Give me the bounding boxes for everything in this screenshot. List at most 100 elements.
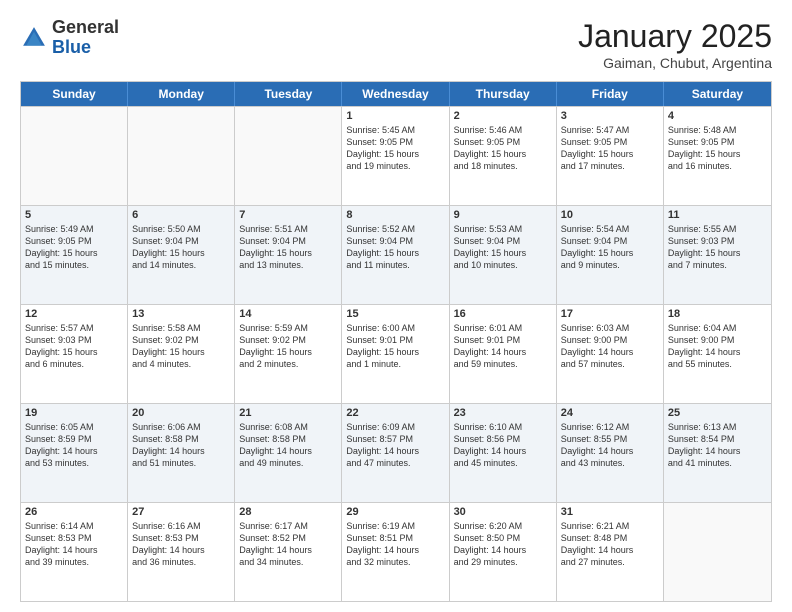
day-number: 11 (668, 209, 767, 221)
cal-cell-0-0 (21, 107, 128, 205)
cal-cell-4-0: 26 Sunrise: 6:14 AM Sunset: 8:53 PM Dayli… (21, 503, 128, 601)
logo: General Blue (20, 18, 119, 58)
cell-info: Sunrise: 6:21 AM Sunset: 8:48 PM Dayligh… (561, 520, 659, 569)
day-number: 20 (132, 407, 230, 419)
cell-info: Sunrise: 6:09 AM Sunset: 8:57 PM Dayligh… (346, 421, 444, 470)
cell-info: Sunrise: 6:08 AM Sunset: 8:58 PM Dayligh… (239, 421, 337, 470)
day-number: 16 (454, 308, 552, 320)
day-number: 4 (668, 110, 767, 122)
calendar: SundayMondayTuesdayWednesdayThursdayFrid… (20, 81, 772, 602)
cal-cell-4-1: 27Sunrise: 6:16 AM Sunset: 8:53 PM Dayli… (128, 503, 235, 601)
cal-cell-4-6 (664, 503, 771, 601)
day-number: 22 (346, 407, 444, 419)
cal-cell-4-4: 30Sunrise: 6:20 AM Sunset: 8:50 PM Dayli… (450, 503, 557, 601)
cal-cell-1-0: 5 Sunrise: 5:49 AM Sunset: 9:05 PM Daylig… (21, 206, 128, 304)
cal-cell-1-5: 10 Sunrise: 5:54 AM Sunset: 9:04 PM Dayli… (557, 206, 664, 304)
month-title: January 2025 (578, 18, 772, 55)
cal-cell-2-0: 12 Sunrise: 5:57 AM Sunset: 9:03 PM Dayli… (21, 305, 128, 403)
header-day-friday: Friday (557, 82, 664, 106)
day-number: 3 (561, 110, 659, 122)
cell-info: Sunrise: 5:57 AM Sunset: 9:03 PM Dayligh… (25, 322, 123, 371)
cal-cell-2-5: 17 Sunrise: 6:03 AM Sunset: 9:00 PM Dayli… (557, 305, 664, 403)
cell-info: Sunrise: 6:04 AM Sunset: 9:00 PM Dayligh… (668, 322, 767, 371)
cell-info: Sunrise: 6:16 AM Sunset: 8:53 PM Dayligh… (132, 520, 230, 569)
cell-info: Sunrise: 6:05 AM Sunset: 8:59 PM Dayligh… (25, 421, 123, 470)
header-day-saturday: Saturday (664, 82, 771, 106)
cell-info: Sunrise: 6:06 AM Sunset: 8:58 PM Dayligh… (132, 421, 230, 470)
cell-info: Sunrise: 6:19 AM Sunset: 8:51 PM Dayligh… (346, 520, 444, 569)
cell-info: Sunrise: 6:14 AM Sunset: 8:53 PM Dayligh… (25, 520, 123, 569)
day-number: 14 (239, 308, 337, 320)
cal-cell-3-2: 21 Sunrise: 6:08 AM Sunset: 8:58 PM Dayli… (235, 404, 342, 502)
day-number: 21 (239, 407, 337, 419)
cell-info: Sunrise: 5:55 AM Sunset: 9:03 PM Dayligh… (668, 223, 767, 272)
calendar-row-3: 19Sunrise: 6:05 AM Sunset: 8:59 PM Dayli… (21, 403, 771, 502)
logo-icon (20, 24, 48, 52)
day-number: 23 (454, 407, 552, 419)
day-number: 12 (25, 308, 123, 320)
calendar-row-0: 1Sunrise: 5:45 AM Sunset: 9:05 PM Daylig… (21, 106, 771, 205)
cell-info: Sunrise: 5:48 AM Sunset: 9:05 PM Dayligh… (668, 124, 767, 173)
cal-cell-0-6: 4 Sunrise: 5:48 AM Sunset: 9:05 PM Daylig… (664, 107, 771, 205)
header-day-monday: Monday (128, 82, 235, 106)
header: General Blue January 2025 Gaiman, Chubut… (20, 18, 772, 71)
cell-info: Sunrise: 5:58 AM Sunset: 9:02 PM Dayligh… (132, 322, 230, 371)
cal-cell-0-2 (235, 107, 342, 205)
title-block: January 2025 Gaiman, Chubut, Argentina (578, 18, 772, 71)
day-number: 31 (561, 506, 659, 518)
cal-cell-4-2: 28Sunrise: 6:17 AM Sunset: 8:52 PM Dayli… (235, 503, 342, 601)
day-number: 8 (346, 209, 444, 221)
cal-cell-1-2: 7 Sunrise: 5:51 AM Sunset: 9:04 PM Daylig… (235, 206, 342, 304)
cell-info: Sunrise: 5:45 AM Sunset: 9:05 PM Dayligh… (346, 124, 444, 173)
header-day-sunday: Sunday (21, 82, 128, 106)
cal-cell-4-3: 29 Sunrise: 6:19 AM Sunset: 8:51 PM Dayli… (342, 503, 449, 601)
day-number: 29 (346, 506, 444, 518)
day-number: 5 (25, 209, 123, 221)
cell-info: Sunrise: 6:12 AM Sunset: 8:55 PM Dayligh… (561, 421, 659, 470)
header-day-wednesday: Wednesday (342, 82, 449, 106)
day-number: 6 (132, 209, 230, 221)
day-number: 26 (25, 506, 123, 518)
cell-info: Sunrise: 5:49 AM Sunset: 9:05 PM Dayligh… (25, 223, 123, 272)
cal-cell-3-5: 24 Sunrise: 6:12 AM Sunset: 8:55 PM Dayli… (557, 404, 664, 502)
day-number: 2 (454, 110, 552, 122)
cal-cell-1-3: 8Sunrise: 5:52 AM Sunset: 9:04 PM Daylig… (342, 206, 449, 304)
cal-cell-3-1: 20 Sunrise: 6:06 AM Sunset: 8:58 PM Dayli… (128, 404, 235, 502)
cell-info: Sunrise: 5:59 AM Sunset: 9:02 PM Dayligh… (239, 322, 337, 371)
cal-cell-0-5: 3 Sunrise: 5:47 AM Sunset: 9:05 PM Daylig… (557, 107, 664, 205)
cell-info: Sunrise: 5:46 AM Sunset: 9:05 PM Dayligh… (454, 124, 552, 173)
cell-info: Sunrise: 5:47 AM Sunset: 9:05 PM Dayligh… (561, 124, 659, 173)
cal-cell-1-1: 6Sunrise: 5:50 AM Sunset: 9:04 PM Daylig… (128, 206, 235, 304)
subtitle: Gaiman, Chubut, Argentina (578, 55, 772, 71)
cell-info: Sunrise: 6:03 AM Sunset: 9:00 PM Dayligh… (561, 322, 659, 371)
day-number: 15 (346, 308, 444, 320)
cell-info: Sunrise: 6:17 AM Sunset: 8:52 PM Dayligh… (239, 520, 337, 569)
cal-cell-0-4: 2 Sunrise: 5:46 AM Sunset: 9:05 PM Daylig… (450, 107, 557, 205)
cal-cell-2-6: 18 Sunrise: 6:04 AM Sunset: 9:00 PM Dayli… (664, 305, 771, 403)
day-number: 25 (668, 407, 767, 419)
calendar-header: SundayMondayTuesdayWednesdayThursdayFrid… (21, 82, 771, 106)
cell-info: Sunrise: 5:53 AM Sunset: 9:04 PM Dayligh… (454, 223, 552, 272)
day-number: 17 (561, 308, 659, 320)
cal-cell-3-0: 19Sunrise: 6:05 AM Sunset: 8:59 PM Dayli… (21, 404, 128, 502)
calendar-row-1: 5 Sunrise: 5:49 AM Sunset: 9:05 PM Daylig… (21, 205, 771, 304)
header-day-tuesday: Tuesday (235, 82, 342, 106)
day-number: 7 (239, 209, 337, 221)
day-number: 18 (668, 308, 767, 320)
cell-info: Sunrise: 5:54 AM Sunset: 9:04 PM Dayligh… (561, 223, 659, 272)
cell-info: Sunrise: 5:51 AM Sunset: 9:04 PM Dayligh… (239, 223, 337, 272)
cal-cell-0-1 (128, 107, 235, 205)
cell-info: Sunrise: 6:01 AM Sunset: 9:01 PM Dayligh… (454, 322, 552, 371)
cal-cell-0-3: 1Sunrise: 5:45 AM Sunset: 9:05 PM Daylig… (342, 107, 449, 205)
page: General Blue January 2025 Gaiman, Chubut… (0, 0, 792, 612)
cal-cell-4-5: 31 Sunrise: 6:21 AM Sunset: 8:48 PM Dayli… (557, 503, 664, 601)
cell-info: Sunrise: 6:20 AM Sunset: 8:50 PM Dayligh… (454, 520, 552, 569)
cal-cell-1-6: 11 Sunrise: 5:55 AM Sunset: 9:03 PM Dayli… (664, 206, 771, 304)
logo-general: General (52, 17, 119, 37)
cal-cell-3-4: 23 Sunrise: 6:10 AM Sunset: 8:56 PM Dayli… (450, 404, 557, 502)
day-number: 24 (561, 407, 659, 419)
cell-info: Sunrise: 6:10 AM Sunset: 8:56 PM Dayligh… (454, 421, 552, 470)
cal-cell-3-3: 22 Sunrise: 6:09 AM Sunset: 8:57 PM Dayli… (342, 404, 449, 502)
day-number: 10 (561, 209, 659, 221)
cell-info: Sunrise: 6:00 AM Sunset: 9:01 PM Dayligh… (346, 322, 444, 371)
